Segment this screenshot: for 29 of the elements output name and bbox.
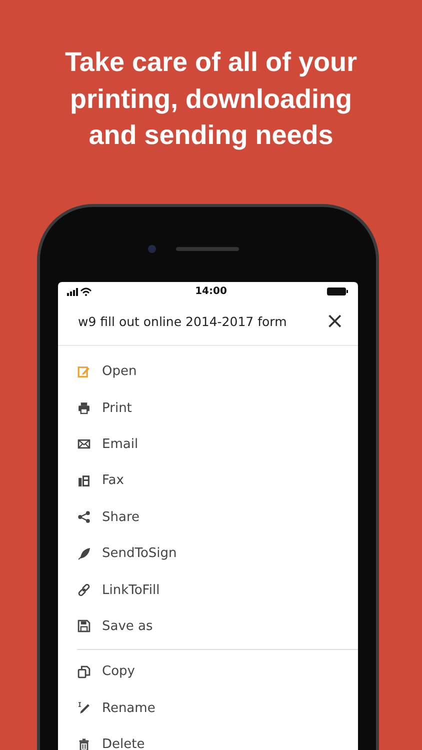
status-time: 14:00 [195,286,227,297]
menu-item[interactable]: LinkToFill [58,572,358,608]
menu-item[interactable]: SendToSign [58,535,358,572]
menu-item-label: SendToSign [102,546,177,562]
menu-item[interactable]: Delete [58,726,358,750]
menu-item[interactable]: Copy [58,654,358,690]
camera-icon [148,244,156,252]
menu-item[interactable]: Email [58,426,358,463]
menu-item[interactable]: Open [58,354,358,390]
menu-item-label: Open [102,364,137,380]
speaker-grille [176,246,238,250]
menu-item-label: Print [102,400,132,416]
menu-item[interactable]: Share [58,499,358,536]
menu-item-label: Fax [102,473,124,488]
menu-item-label: LinkToFill [102,582,160,598]
headline: Take care of all of your printing, downloading and sending needs [64,46,358,152]
menu-item[interactable]: Print [58,390,358,426]
menu-item[interactable]: Rename [58,690,358,726]
menu-item-label: Share [102,510,140,525]
menu-item-label: Rename [102,700,156,716]
battery-icon [327,287,349,296]
document-title: w9 fill out online 2014-2017 form [78,314,287,329]
menu-item-label: Save as [102,618,153,634]
close-button[interactable]: × [326,312,344,332]
menu-item-label: Delete [102,737,145,750]
menu-item[interactable]: Fax [58,462,358,500]
menu-item-label: Copy [102,664,135,680]
menu-item-label: Email [102,436,138,452]
menu-item[interactable]: Save as [58,608,358,645]
